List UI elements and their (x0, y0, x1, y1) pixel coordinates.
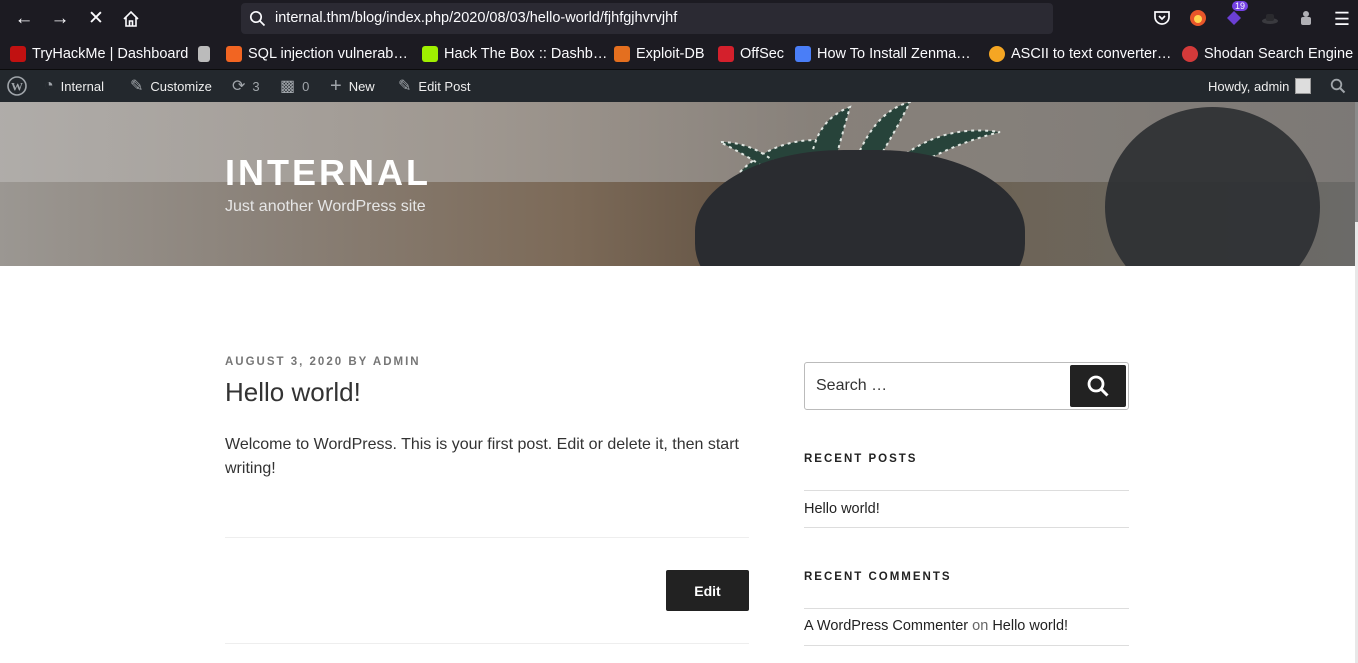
edit-post-button[interactable]: Edit (666, 570, 749, 611)
extension-badge-count: 19 (1232, 1, 1249, 11)
bookmark-zenmap[interactable]: How To Install Zenma… (795, 44, 971, 64)
puzzle-extensions-icon[interactable] (1296, 8, 1316, 28)
post-meta: AUGUST 3, 2020 BY ADMIN (225, 356, 421, 368)
admin-search-icon[interactable] (1330, 70, 1346, 102)
extension-badge-icon[interactable]: 19 (1224, 1, 1249, 28)
search-icon (249, 10, 266, 27)
menu-icon[interactable]: ☰ (1329, 6, 1355, 32)
bookmark-sql-injection[interactable]: SQL injection vulnerab… (226, 44, 408, 64)
recent-posts-title: RECENT POSTS (804, 453, 918, 465)
comment-on-text: on (972, 618, 989, 634)
site-header: INTERNAL Just another WordPress site (0, 102, 1355, 266)
tryhackme-icon (10, 46, 26, 62)
search-submit-button[interactable] (1070, 365, 1126, 407)
browser-toolbar: ← → ✕ internal.thm/blog/index.php/2020/0… (0, 0, 1358, 38)
bookmark-offsec[interactable]: OffSec (718, 44, 784, 64)
pencil-icon: ✎ (398, 78, 412, 95)
forward-icon[interactable]: → (47, 6, 73, 32)
zenmap-icon (795, 46, 811, 62)
brush-icon: ✎ (130, 78, 144, 95)
home-icon[interactable] (118, 6, 144, 32)
post-date-link[interactable]: AUGUST 3, 2020 (225, 356, 343, 368)
back-icon[interactable]: ← (11, 6, 37, 32)
folder-icon (198, 46, 210, 62)
url-bar[interactable]: internal.thm/blog/index.php/2020/08/03/h… (241, 3, 1053, 34)
comment-post-link[interactable]: Hello world! (992, 618, 1068, 634)
wordpress-logo-icon[interactable]: W (7, 70, 27, 102)
post-divider (225, 537, 749, 538)
recent-posts-divider-top (804, 490, 1129, 491)
comments-link[interactable]: ▩ 0 (280, 70, 309, 102)
hackthebox-icon (422, 46, 438, 62)
post-by: BY (348, 356, 369, 368)
site-name-link[interactable]: ◔ Internal (44, 70, 104, 102)
ascii-converter-icon (989, 46, 1005, 62)
search-input[interactable]: Search … (816, 377, 887, 395)
bookmarks-bar: TryHackMe | Dashboard SQL injection vuln… (0, 38, 1358, 70)
edit-post-link[interactable]: ✎ Edit Post (398, 70, 470, 102)
bookmark-tryhackme[interactable]: TryHackMe | Dashboard (10, 44, 188, 64)
pocket-icon[interactable] (1152, 8, 1172, 28)
plus-icon: + (330, 74, 342, 97)
recent-comments-title: RECENT COMMENTS (804, 571, 952, 583)
search-form: Search … (804, 362, 1129, 410)
my-account-link[interactable]: Howdy, admin (1208, 70, 1312, 102)
avatar (1295, 78, 1312, 94)
shodan-icon (1182, 46, 1198, 62)
bookmark-folder[interactable] (198, 44, 212, 64)
hat-extension-icon[interactable] (1260, 8, 1280, 28)
site-title[interactable]: INTERNAL (225, 152, 431, 194)
bookmark-exploit-db[interactable]: Exploit-DB (614, 44, 705, 64)
comment-author-link[interactable]: A WordPress Commenter (804, 618, 968, 634)
portswigger-icon (226, 46, 242, 62)
bookmark-shodan[interactable]: Shodan Search Engine (1182, 44, 1353, 64)
bookmark-hackthebox[interactable]: Hack The Box :: Dashb… (422, 44, 607, 64)
customize-link[interactable]: ✎ Customize (130, 70, 212, 102)
extension-fox-icon[interactable] (1188, 8, 1208, 28)
recent-comments-divider-top (804, 608, 1129, 609)
url-text: internal.thm/blog/index.php/2020/08/03/h… (275, 10, 678, 26)
post-bottom-divider (225, 643, 749, 644)
comment-icon: ▩ (280, 78, 296, 95)
site-description: Just another WordPress site (225, 198, 426, 215)
recent-comment-item: A WordPress Commenter on Hello world! (804, 618, 1068, 634)
post-content: Welcome to WordPress. This is your first… (225, 436, 739, 477)
updates-icon: ⟳ (232, 78, 246, 95)
post-author-link[interactable]: ADMIN (373, 356, 421, 368)
stop-loading-icon[interactable]: ✕ (83, 6, 109, 32)
updates-link[interactable]: ⟳ 3 (232, 70, 260, 102)
recent-posts-divider-bottom (804, 527, 1129, 528)
recent-comments-divider-bottom (804, 645, 1129, 646)
wp-admin-bar: W ◔ Internal ✎ Customize ⟳ 3 ▩ 0 + New ✎… (0, 70, 1358, 102)
offsec-icon (718, 46, 734, 62)
new-content-link[interactable]: + New (330, 70, 375, 102)
bookmark-ascii-converter[interactable]: ASCII to text converter… (989, 44, 1171, 64)
recent-post-link[interactable]: Hello world! (804, 501, 880, 517)
exploit-db-icon (614, 46, 630, 62)
dashboard-icon: ◔ (44, 77, 54, 94)
post-title: Hello world! (225, 377, 361, 407)
svg-text:W: W (11, 80, 23, 94)
search-icon (1087, 375, 1109, 397)
